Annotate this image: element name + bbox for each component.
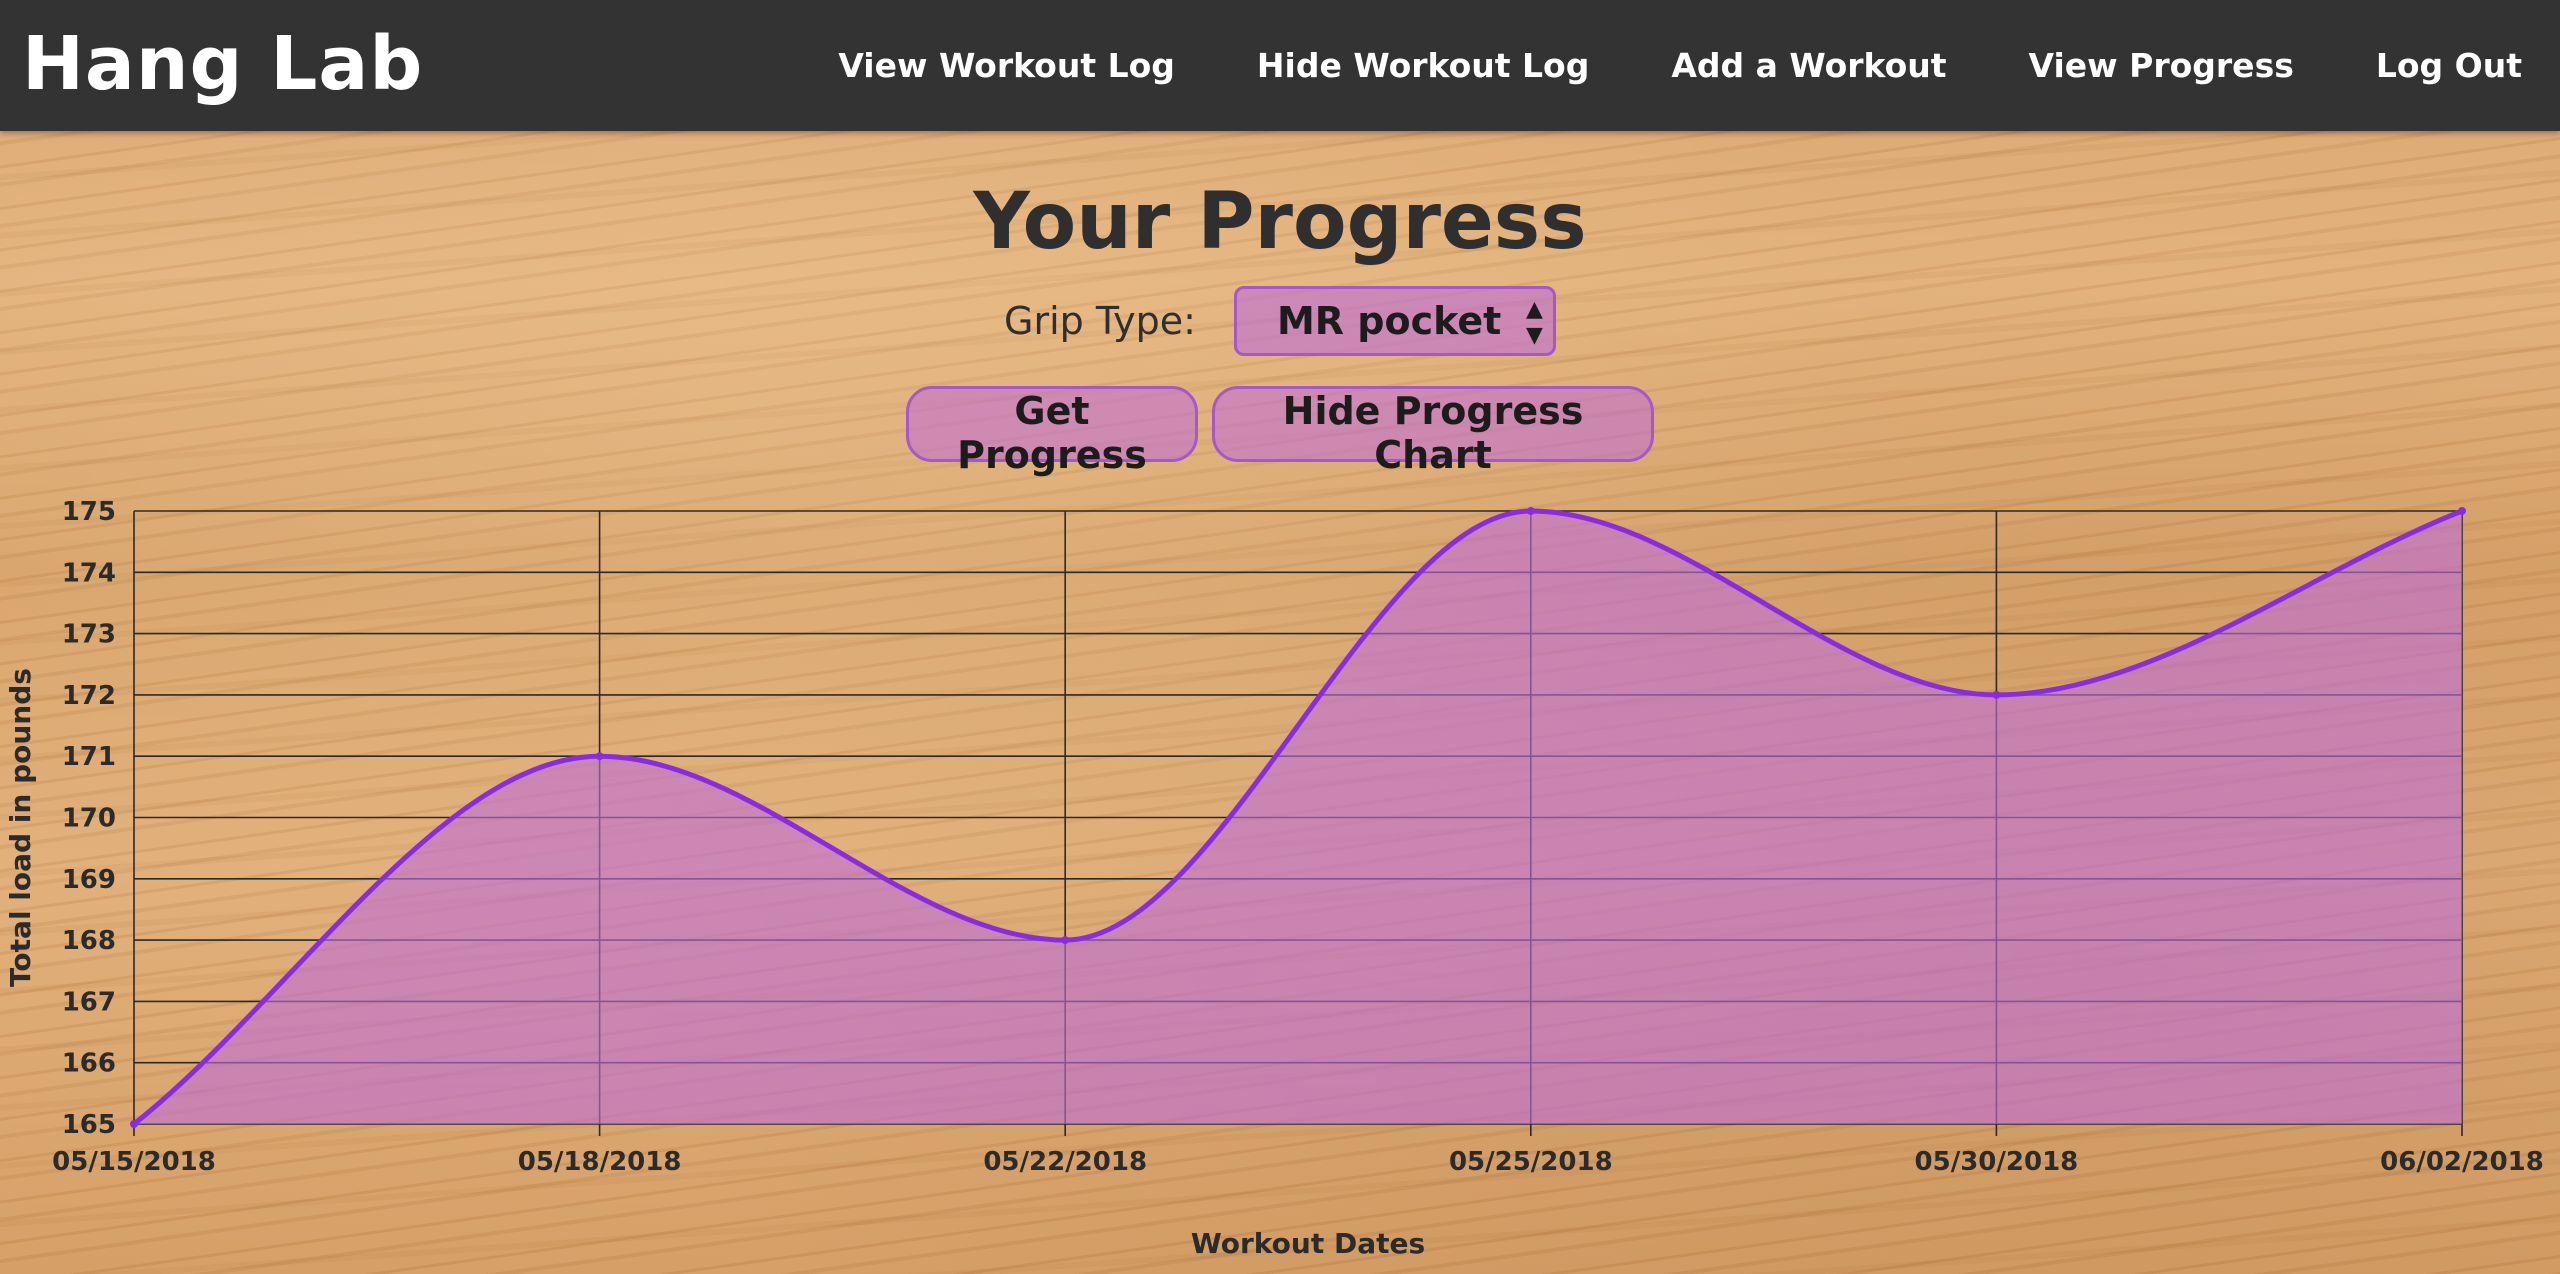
data-point: [2458, 507, 2466, 515]
y-tick-label: 174: [62, 558, 116, 588]
y-tick-label: 166: [62, 1049, 116, 1079]
brand-logo[interactable]: Hang Lab: [22, 18, 423, 110]
nav-view-progress[interactable]: View Progress: [2029, 46, 2294, 85]
y-tick-label: 173: [62, 620, 116, 650]
y-tick-label: 170: [62, 804, 116, 834]
nav-view-workout-log[interactable]: View Workout Log: [838, 46, 1175, 85]
y-axis-tick-labels: 165 166 167 168 169 170 171 172 173 174 175: [62, 497, 116, 1140]
data-point: [1061, 936, 1070, 945]
updown-arrows-icon: ▲ ▼: [1526, 297, 1543, 348]
grip-type-row: Grip Type: MR pocket ▲ ▼: [0, 286, 2560, 356]
x-tick-label: 05/18/2018: [518, 1147, 682, 1177]
page-title: Your Progress: [973, 177, 1587, 267]
grip-type-selected-value: MR pocket: [1276, 299, 1502, 343]
y-tick-label: 169: [62, 865, 116, 895]
x-tick-label: 05/15/2018: [52, 1147, 216, 1177]
y-tick-label: 167: [62, 987, 116, 1017]
hide-progress-chart-button[interactable]: Hide Progress Chart: [1212, 386, 1654, 477]
grip-type-label: Grip Type:: [1004, 299, 1196, 343]
x-tick-label: 05/30/2018: [1915, 1147, 2079, 1177]
x-tick-label: 05/25/2018: [1449, 1147, 1613, 1177]
y-tick-label: 165: [62, 1110, 116, 1140]
nav-hide-workout-log[interactable]: Hide Workout Log: [1257, 46, 1589, 85]
grip-type-select[interactable]: MR pocket ▲ ▼: [1233, 286, 1556, 356]
nav-log-out[interactable]: Log Out: [2376, 46, 2522, 85]
action-buttons: Get Progress Hide Progress Chart: [0, 386, 2560, 477]
nav-add-workout[interactable]: Add a Workout: [1671, 46, 1946, 85]
get-progress-button[interactable]: Get Progress: [906, 386, 1198, 477]
y-axis-title: Total load in pounds: [4, 668, 37, 987]
x-tick-label: 05/22/2018: [983, 1147, 1147, 1177]
x-tick-label: 06/02/2018: [2380, 1147, 2544, 1177]
y-tick-label: 172: [62, 681, 116, 711]
progress-area: [134, 511, 2462, 1124]
data-point: [1992, 690, 2001, 699]
nav-links: View Workout Log Hide Workout Log Add a …: [838, 0, 2522, 131]
x-axis-title: Workout Dates: [1191, 1227, 1425, 1260]
y-tick-label: 175: [62, 497, 116, 527]
navbar: Hang Lab View Workout Log Hide Workout L…: [0, 0, 2560, 131]
y-tick-label: 168: [62, 926, 116, 956]
x-axis-tick-labels: 05/15/2018 05/18/2018 05/22/2018 05/25/2018…: [52, 1147, 2544, 1177]
data-point: [595, 752, 604, 761]
data-point: [1526, 507, 1535, 515]
data-point: [130, 1120, 138, 1128]
y-tick-label: 171: [62, 742, 116, 772]
